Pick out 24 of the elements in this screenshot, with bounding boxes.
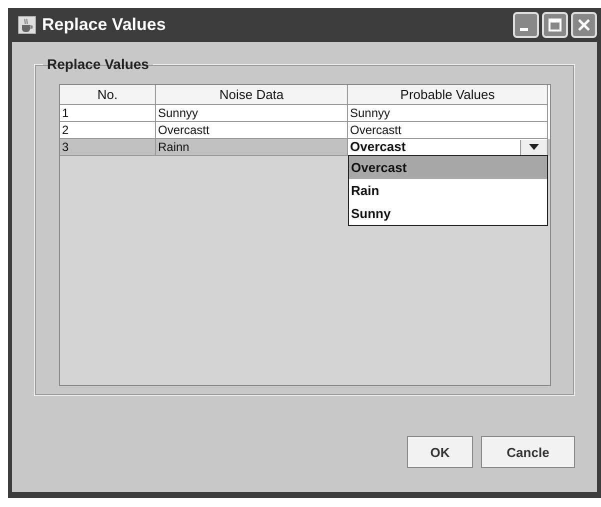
- minimize-icon: [520, 28, 528, 30]
- combo-value: Overcast: [350, 139, 407, 155]
- ok-button[interactable]: OK: [407, 436, 473, 468]
- cup-icon: [18, 16, 36, 34]
- group-title: Replace Values: [46, 56, 150, 72]
- close-button[interactable]: [571, 12, 597, 38]
- cancel-button[interactable]: Cancle: [481, 436, 575, 468]
- column-header[interactable]: No.: [60, 85, 156, 105]
- maximize-icon: [548, 18, 562, 32]
- close-icon: [577, 18, 591, 32]
- table-cell: Rainn: [156, 139, 348, 156]
- column-header[interactable]: Noise Data: [156, 85, 348, 105]
- caret-icon: [529, 144, 539, 150]
- table-row[interactable]: 2 Overcastt Overcastt: [60, 122, 550, 139]
- table-row[interactable]: 1 Sunnyy Sunnyy: [60, 105, 550, 122]
- minimize-button[interactable]: [513, 12, 539, 38]
- dropdown-option[interactable]: Sunny: [349, 202, 547, 225]
- maximize-button[interactable]: [542, 12, 568, 38]
- dropdown-option[interactable]: Rain: [349, 179, 547, 202]
- window-title: Replace Values: [42, 15, 166, 35]
- table-cell: 3: [60, 139, 156, 156]
- column-header[interactable]: Probable Values: [348, 85, 548, 105]
- dropdown-option[interactable]: Overcast: [349, 156, 547, 179]
- dropdown-button[interactable]: [520, 140, 547, 154]
